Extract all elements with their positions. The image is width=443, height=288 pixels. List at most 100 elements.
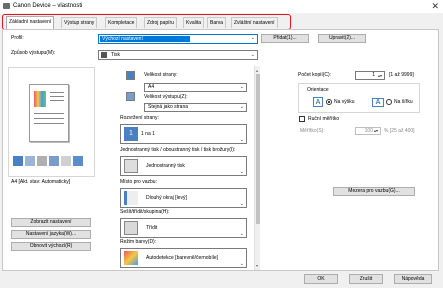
scale-input[interactable]: 100 ▴▾: [355, 127, 381, 135]
color-mode-icon: [13, 156, 23, 166]
cancel-button[interactable]: Zrušit: [349, 274, 383, 284]
manual-scaling-checkbox[interactable]: [299, 116, 305, 122]
output-method-select[interactable]: Tisk ⌄: [98, 50, 258, 60]
copies-value: 1: [372, 72, 375, 78]
show-settings-button[interactable]: Zobrazit nastavení: [11, 218, 91, 227]
chevron-down-icon: ⌄: [239, 231, 244, 237]
landscape-icon: A: [372, 98, 384, 107]
preview-line: [34, 118, 64, 119]
binding-select[interactable]: Dlouhý okraj [levý] ⌄: [120, 188, 247, 208]
tab-panel: Profil: Výchozí nastavení ⌄ Přidat(1)...…: [2, 29, 439, 271]
preview-line: [50, 92, 64, 93]
collate-icon: [124, 221, 138, 235]
spinner-icon[interactable]: ▴▾: [374, 128, 378, 134]
preview-line: [50, 100, 64, 101]
chevron-down-icon: ⌄: [250, 35, 255, 41]
printer-icon: [3, 3, 10, 9]
chevron-down-icon: ⌄: [250, 52, 255, 58]
window-title: Canon Device – vlastnosti: [13, 3, 83, 9]
edit-profile-button[interactable]: Upravit(2)...: [318, 34, 366, 43]
preview-icons-row: [13, 156, 91, 166]
portrait-radio[interactable]: [326, 99, 332, 105]
color-mode-label: Režim barvy(D):: [120, 239, 157, 245]
collate-select[interactable]: Třídit ⌄: [120, 218, 247, 238]
collate-label: Sešít/třídit/skupina(H):: [120, 209, 170, 215]
print-icon: [101, 52, 107, 58]
binding-icon: [124, 191, 138, 205]
layout-label: Rozvržení strany:: [120, 115, 159, 121]
page-size-value: A4: [148, 84, 155, 90]
color-mode-select[interactable]: Autodetekce [barevně/černobíle] ⌄: [120, 248, 247, 268]
scroll-down-icon[interactable]: ▾: [256, 263, 258, 268]
profile-label: Profil:: [11, 35, 24, 41]
tabs-highlight: [2, 14, 291, 30]
preview-line: [34, 113, 64, 114]
binding-margin-button[interactable]: Mezera pro vazbu(G)...: [333, 187, 415, 196]
printer-properties-window: Canon Device – vlastnosti ✕ Základní nas…: [0, 0, 443, 288]
profile-select[interactable]: Výchozí nastavení ⌄: [98, 34, 258, 44]
scroll-up-icon[interactable]: ▴: [256, 68, 258, 73]
collate-value: Třídit: [146, 225, 158, 231]
help-button[interactable]: Nápověda: [394, 274, 432, 284]
duplex-select[interactable]: Jednostranný tisk ⌄: [120, 156, 247, 176]
scale-label: Měřítko(S):: [300, 128, 325, 134]
layout-value: 1 na 1: [141, 131, 155, 137]
duplex-value: Jednostranný tisk: [146, 163, 185, 169]
portrait-label: Na výšku: [334, 99, 355, 105]
duplex-label: Jednostranný tisk / oboustranný tisk / t…: [120, 147, 236, 153]
spinner-icon[interactable]: ▴▾: [378, 72, 382, 79]
ok-button[interactable]: OK: [304, 274, 338, 284]
layout-icon: [49, 156, 59, 166]
page-size-icon: [126, 71, 135, 80]
output-size-icon: [126, 92, 135, 101]
profile-value: Výchozí nastavení: [102, 36, 143, 42]
restore-defaults-button[interactable]: Obnovit výchozí(R): [11, 242, 91, 251]
chevron-down-icon: ⌄: [239, 169, 244, 175]
copies-label: Počet kopií(C):: [298, 72, 332, 78]
preview-line: [34, 123, 64, 124]
output-size-value: Stejná jako strana: [148, 104, 189, 110]
color-mode-value: Autodetekce [barevně/černobíle]: [146, 255, 218, 261]
collate-icon: [73, 156, 83, 166]
manual-scaling-label: Ruční měřítko: [308, 116, 340, 122]
layout-icon: 1: [124, 127, 138, 141]
preview-caption: A4 [Akt. stav: Automaticky]: [11, 179, 71, 185]
chevron-down-icon: ⌄: [239, 261, 244, 267]
binding-value: Dlouhý okraj [levý]: [146, 195, 187, 201]
page-preview: [29, 84, 69, 142]
duplex-icon: [124, 159, 138, 173]
page-size-select[interactable]: A4 ⌄: [144, 83, 247, 92]
copies-icon: [37, 156, 47, 166]
output-method-label: Způsob výstupu(M):: [11, 50, 56, 56]
scale-value: 100: [364, 128, 373, 134]
scrollbar-thumb[interactable]: [256, 74, 260, 224]
scrollbar[interactable]: ▴ ▾: [254, 66, 260, 270]
preview-line: [50, 96, 64, 97]
scale-range: % [25 až 400]: [384, 128, 415, 134]
chevron-down-icon: ⌄: [239, 201, 244, 207]
output-size-select[interactable]: Stejná jako strana ⌄: [144, 103, 247, 112]
language-settings-button[interactable]: Nastavení jazyka(W)...: [11, 230, 91, 239]
landscape-radio[interactable]: [386, 99, 392, 105]
landscape-label: Na šířku: [394, 99, 413, 105]
chevron-down-icon: ⌄: [239, 84, 244, 90]
duplex-icon: [25, 156, 35, 166]
output-size-label: Velikost výstupu(Z):: [144, 94, 188, 100]
copies-input[interactable]: 1 ▴▾: [355, 71, 385, 80]
binding-label: Místo pro vazbu:: [120, 179, 157, 185]
copies-range: [1 až 9999]: [389, 72, 414, 78]
binding-icon: [61, 156, 71, 166]
add-profile-button[interactable]: Přidat(1)...: [261, 34, 309, 43]
color-mode-icon: [124, 251, 138, 265]
close-icon[interactable]: ✕: [431, 1, 439, 12]
orientation-group: Orientace A Na výšku A Na šířku: [298, 83, 420, 113]
portrait-icon: A: [313, 97, 323, 107]
layout-select[interactable]: 1 1 na 1 ⌄: [120, 124, 247, 144]
orientation-title: Orientace: [307, 87, 329, 93]
chevron-down-icon: ⌄: [239, 137, 244, 143]
preview-pane: [8, 67, 95, 177]
title-bar: Canon Device – vlastnosti ✕: [0, 0, 443, 13]
page-size-label: Velikost strany:: [144, 72, 178, 78]
chevron-down-icon: ⌄: [239, 104, 244, 110]
radio-dot: [328, 101, 330, 103]
